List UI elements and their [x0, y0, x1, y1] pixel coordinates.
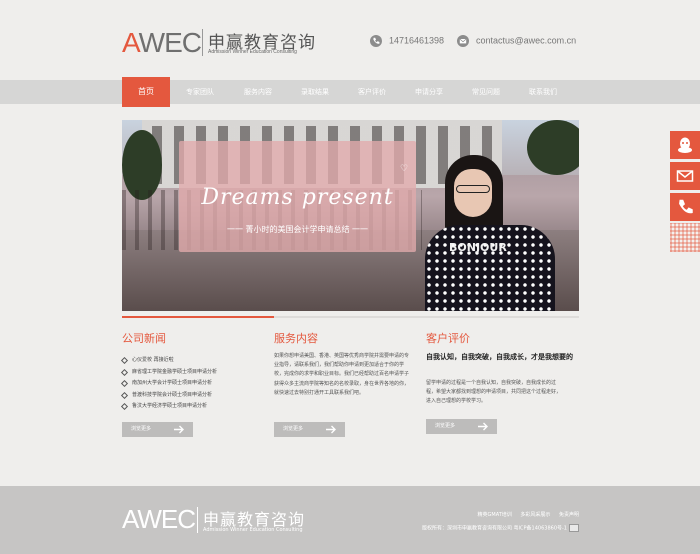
nav-item-services[interactable]: 服务内容 — [244, 80, 272, 104]
nav-item-sharing[interactable]: 申请分享 — [415, 80, 443, 104]
footer-logo-english: Admission Winner Education Consulting — [203, 527, 303, 533]
nav-item-home[interactable]: 首页 — [122, 77, 170, 107]
footer-link[interactable]: 精英GMAT培训 — [478, 512, 512, 518]
arrow-right-icon — [478, 422, 488, 431]
news-item[interactable]: 心仪爱校 再接近啦 — [120, 355, 217, 367]
heart-icon: ♡ — [400, 164, 409, 174]
nav-item-faq[interactable]: 常见问题 — [472, 80, 500, 104]
footer: AWEC 申赢教育咨询 Admission Winner Education C… — [0, 486, 700, 554]
banner-divider — [122, 316, 579, 318]
email-address[interactable]: contactus@awec.com.cn — [476, 35, 576, 45]
header-phone: 14716461398 — [370, 35, 444, 47]
news-more-button[interactable]: 浏览更多 — [122, 422, 193, 437]
news-section: 公司新闻 心仪爱校 再接近啦 麻省理工学院金融学硕士项目申请分析 南加州大学会计… — [120, 330, 262, 437]
logo-mark: AWEC — [122, 27, 202, 58]
news-item[interactable]: 麻省理工学院金融学硕士项目申请分析 — [120, 367, 217, 379]
news-item[interactable]: 南加州大学会计学硕士项目申请分析 — [120, 378, 217, 390]
nav-bar — [0, 80, 700, 104]
footer-link[interactable]: 免责声明 — [559, 512, 579, 518]
logo-english-name: Admission Winner Education Consulting — [208, 49, 297, 55]
reviews-section: 客户评价 自我认知，自我突破，自我成长，才是我想要的 留学申请的过程是一个自我认… — [426, 330, 581, 434]
services-title: 服务内容 — [274, 332, 318, 345]
banner-headline: Dreams present — [201, 185, 394, 210]
reviews-title: 客户评价 — [426, 332, 470, 345]
phone-icon[interactable] — [670, 193, 700, 221]
banner-subline: 一一 菁小时的美国会计学申请总结 一一 — [226, 225, 369, 234]
services-more-button[interactable]: 浏览更多 — [274, 422, 345, 437]
arrow-right-icon — [326, 425, 336, 434]
header-email: contactus@awec.com.cn — [457, 35, 576, 47]
services-section: 服务内容 如果你想申请美国、香港、英国等优秀商学院并需要申请的专业指导，请联系我… — [274, 330, 414, 437]
footer-logo[interactable]: AWEC 申赢教育咨询 Admission Winner Education C… — [122, 504, 304, 535]
arrow-right-icon — [174, 425, 184, 434]
banner-caption-card: Dreams present 一一 菁小时的美国会计学申请总结 一一 — [179, 141, 416, 252]
nav-item-admissions[interactable]: 录取结果 — [301, 80, 329, 104]
nav-item-contact[interactable]: 联系我们 — [529, 80, 557, 104]
nav-item-experts[interactable]: 专家团队 — [186, 80, 214, 104]
news-title: 公司新闻 — [122, 332, 166, 345]
news-list: 心仪爱校 再接近啦 麻省理工学院金融学硕士项目申请分析 南加州大学会计学硕士项目… — [120, 355, 217, 413]
shirt-text: BONJOUR — [449, 241, 507, 254]
reviews-more-button[interactable]: 浏览更多 — [426, 419, 497, 434]
logo-divider — [202, 29, 203, 56]
review-text: 留学申请的过程是一个自我认知，自我突破，自我成长的过程，希望大家都找到理想的申请… — [426, 380, 562, 405]
copyright: 版权所有：深圳市申赢教育咨询有限公司 粤ICP备14063860号-1 — [422, 524, 579, 532]
services-text: 如果你想申请美国、香港、英国等优秀商学院并需要申请的专业指导，请联系我们，我们帮… — [274, 353, 410, 396]
review-highlight: 自我认知，自我突破，自我成长，才是我想要的 — [426, 353, 573, 361]
nav-item-reviews[interactable]: 客户评价 — [358, 80, 386, 104]
news-item[interactable]: 鲁汶大学经济学硕士项目申请分析 — [120, 401, 217, 413]
footer-links: 精英GMAT培训 多彩风采展示 免责声明 — [471, 511, 580, 518]
hero-banner[interactable]: Dreams present 一一 菁小时的美国会计学申请总结 一一 ♡ BON… — [122, 120, 579, 311]
license-badge-icon[interactable] — [569, 524, 579, 532]
phone-number: 14716461398 — [389, 35, 445, 46]
mail-icon — [457, 35, 469, 47]
qr-code-icon[interactable] — [670, 223, 700, 252]
footer-logo-mark: AWEC — [122, 504, 196, 534]
mail-icon[interactable] — [670, 162, 700, 190]
phone-icon — [370, 35, 382, 47]
footer-link[interactable]: 多彩风采展示 — [520, 512, 550, 518]
news-item[interactable]: 普渡科技学院会计硕士项目申请分析 — [120, 390, 217, 402]
banner-person: BONJOUR — [422, 155, 557, 311]
qq-icon[interactable] — [670, 131, 700, 159]
